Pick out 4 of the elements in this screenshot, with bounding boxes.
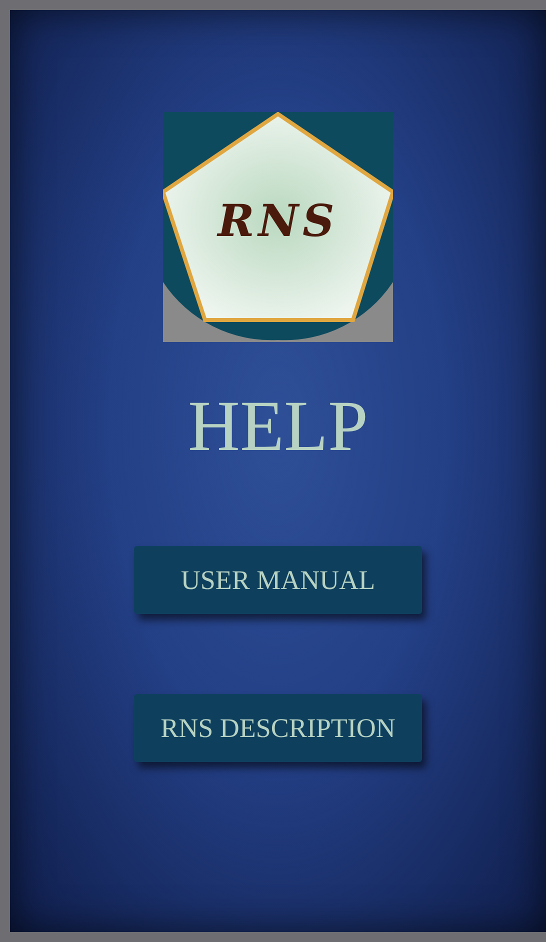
page-title: HELP — [188, 390, 368, 462]
menu-button[interactable]: USER MANUAL — [134, 546, 422, 614]
logo-text: RNS — [218, 195, 338, 249]
menu-button[interactable]: RNS DESCRIPTION — [134, 694, 422, 762]
